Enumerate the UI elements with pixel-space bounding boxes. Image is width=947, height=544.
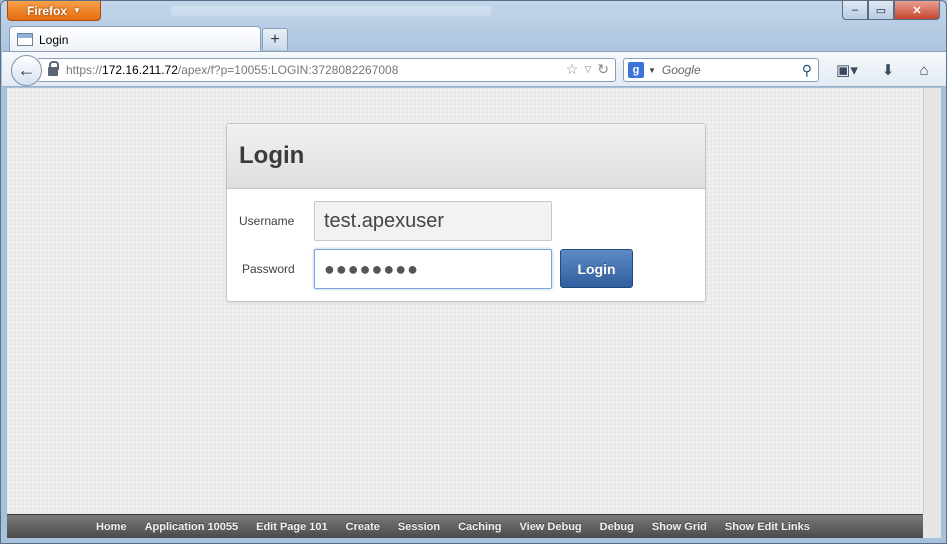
bookmarks-menu-icon: ▣▾	[836, 62, 858, 79]
star-icon[interactable]: ☆	[566, 61, 579, 78]
url-dropdown-icon[interactable]: ▽	[584, 64, 591, 75]
devbar-application[interactable]: Application 10055	[145, 521, 239, 533]
downloads-button[interactable]: ⬇	[878, 60, 898, 80]
home-icon: ⌂	[919, 61, 929, 79]
devbar-debug[interactable]: Debug	[600, 521, 634, 533]
minimize-button[interactable]: –	[842, 1, 868, 20]
password-label: Password	[242, 262, 295, 276]
back-arrow-icon: ←	[17, 60, 36, 80]
password-mask: ●●●●●●●●	[324, 258, 419, 279]
firefox-menu-label: Firefox	[27, 3, 68, 18]
devbar-show-grid[interactable]: Show Grid	[652, 521, 707, 533]
tab-login[interactable]: Login	[9, 26, 261, 52]
url-host: 172.16.211.72	[102, 63, 178, 77]
devbar-view-debug[interactable]: View Debug	[520, 521, 582, 533]
scrollbar-corner	[923, 514, 941, 538]
home-button[interactable]: ⌂	[913, 60, 935, 80]
firefox-menu-button[interactable]: Firefox ▼	[7, 1, 101, 21]
login-button[interactable]: Login	[560, 249, 633, 288]
search-placeholder: Google	[661, 63, 701, 77]
username-field[interactable]: test.apexuser	[314, 201, 552, 241]
vertical-scrollbar[interactable]	[923, 88, 941, 514]
login-title: Login	[239, 142, 305, 169]
username-label: Username	[239, 214, 295, 228]
close-window-button[interactable]: ✕	[894, 1, 940, 20]
maximize-button[interactable]: ▭	[868, 1, 894, 20]
browser-window: Firefox ▼ – ▭ ✕ Login + https:// 172.16.…	[0, 0, 947, 544]
magnifier-icon[interactable]: ⚲	[802, 62, 812, 79]
page-favicon-icon	[17, 33, 33, 46]
window-controls: – ▭ ✕	[842, 1, 940, 20]
chevron-down-icon: ▼	[648, 65, 656, 75]
url-bar[interactable]: https:// 172.16.211.72 /apex/f?p=10055:L…	[38, 58, 616, 82]
devbar-home[interactable]: Home	[96, 521, 127, 533]
search-bar[interactable]: g ▼ Google ⚲	[623, 58, 819, 82]
login-header: Login	[227, 124, 705, 189]
tab-title: Login	[39, 32, 69, 47]
reload-icon[interactable]: ↻	[597, 61, 609, 78]
bookmarks-menu-button[interactable]: ▣▾	[832, 60, 862, 80]
back-button[interactable]: ←	[11, 55, 42, 86]
window-title-area	[171, 6, 491, 16]
url-scheme: https://	[66, 63, 103, 77]
devbar-edit-page[interactable]: Edit Page 101	[256, 521, 328, 533]
devbar-caching[interactable]: Caching	[458, 521, 501, 533]
devbar-show-edit-links[interactable]: Show Edit Links	[725, 521, 810, 533]
navigation-toolbar: https:// 172.16.211.72 /apex/f?p=10055:L…	[2, 51, 946, 87]
password-field[interactable]: ●●●●●●●●	[314, 249, 552, 289]
login-region: Login Username test.apexuser Password ●●…	[226, 123, 706, 302]
new-tab-button[interactable]: +	[262, 28, 288, 50]
download-arrow-icon: ⬇	[881, 62, 895, 79]
username-value: test.apexuser	[324, 209, 445, 232]
chevron-down-icon: ▼	[73, 6, 81, 15]
lock-icon	[48, 61, 59, 76]
devbar-session[interactable]: Session	[398, 521, 440, 533]
url-path: /apex/f?p=10055:LOGIN:3728082267008	[177, 63, 399, 77]
devbar-create[interactable]: Create	[346, 521, 380, 533]
developer-toolbar: Home Application 10055 Edit Page 101 Cre…	[7, 514, 923, 538]
google-engine-icon[interactable]: g	[628, 62, 644, 78]
page-content: Login Username test.apexuser Password ●●…	[7, 88, 923, 514]
